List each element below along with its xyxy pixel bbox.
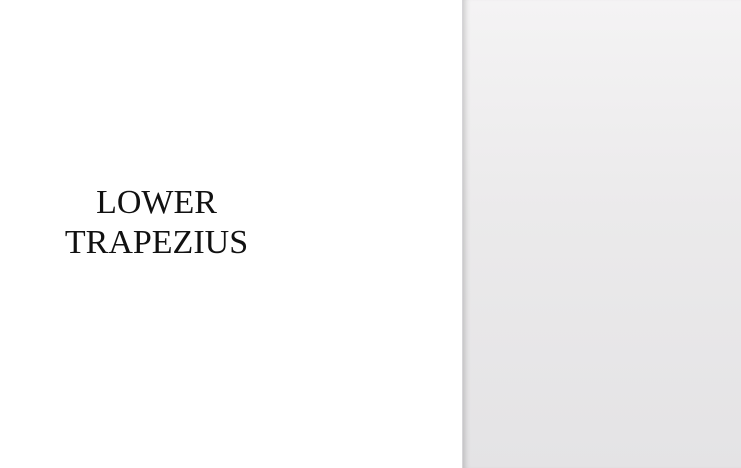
card-term-line-2: TRAPEZIUS <box>64 224 249 261</box>
flashcard-view: LOWER TRAPEZIUS <box>0 0 741 468</box>
card-term-line-1: LOWER <box>96 184 217 221</box>
side-panel <box>462 0 741 468</box>
card-term: LOWER TRAPEZIUS <box>0 183 313 263</box>
flashcard-front[interactable]: LOWER TRAPEZIUS <box>0 0 462 468</box>
